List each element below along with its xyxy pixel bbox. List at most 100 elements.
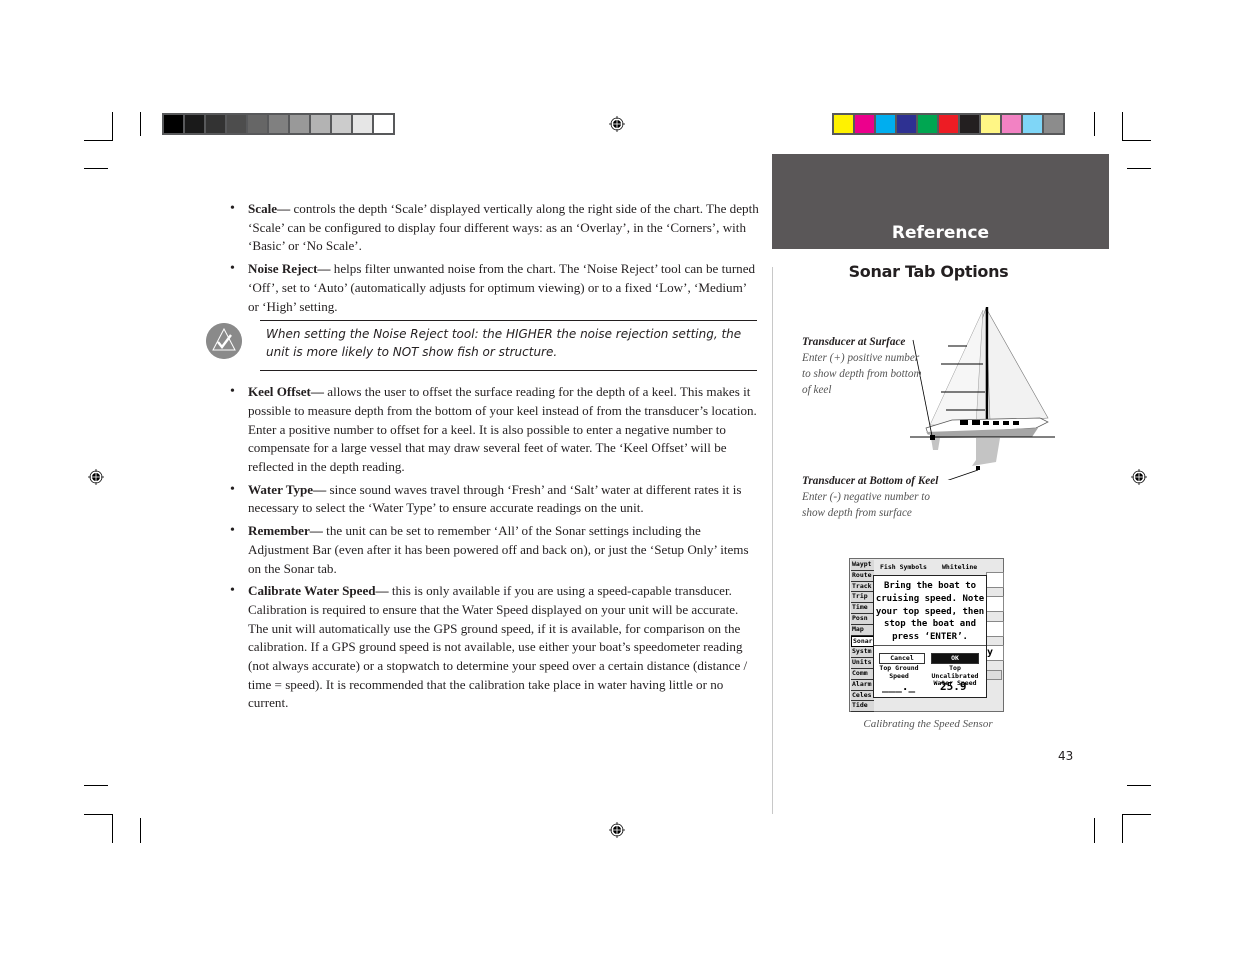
color-swatch — [353, 115, 372, 133]
color-calibration-bar — [832, 113, 1065, 135]
device-tab-sonar[interactable]: Sonar — [851, 635, 874, 648]
color-swatch — [876, 115, 895, 133]
crop-mark — [1127, 168, 1151, 169]
caption-text: Enter (+) positive number to show depth … — [802, 352, 922, 396]
color-swatch — [981, 115, 1000, 133]
bullet-text: controls the depth ‘Scale’ displayed ver… — [248, 201, 759, 254]
bullet-remember: Remember— the unit can be set to remembe… — [230, 522, 760, 578]
bullet-term: Noise Reject— — [248, 261, 331, 277]
caption-title: Transducer at Surface — [802, 336, 906, 348]
figure-caption: Calibrating the Speed Sensor — [863, 718, 993, 730]
jib-sail — [985, 307, 1049, 423]
bullet-calibrate-water-speed: Calibrate Water Speed— this is only avai… — [230, 582, 760, 713]
background-field — [986, 572, 1004, 588]
color-swatch — [960, 115, 979, 133]
background-field: y — [986, 645, 1004, 661]
color-swatch — [290, 115, 309, 133]
crop-mark — [1094, 112, 1095, 136]
device-screen: Waypt Route Track Trip Time Posn Map Sonar Systm… — [849, 558, 1004, 713]
device-tab-celes[interactable]: Celes — [851, 690, 874, 702]
bullet-text: the unit can be set to remember ‘All’ of… — [248, 523, 749, 576]
crop-mark — [84, 140, 113, 141]
color-swatch — [1002, 115, 1021, 133]
device-tab-map[interactable]: Map — [851, 624, 874, 636]
color-swatch — [206, 115, 225, 133]
device-tab-track[interactable]: Track — [851, 581, 874, 593]
top-ground-speed-label: Top Ground Speed — [879, 664, 919, 680]
column-divider — [772, 267, 773, 814]
surface-transducer-caption: Transducer at Surface Enter (+) positive… — [802, 334, 922, 398]
device-tab-tide[interactable]: Tide — [851, 701, 874, 713]
dialog-message: Bring the boat to cruising speed. Note y… — [875, 581, 985, 643]
crop-mark — [112, 814, 113, 843]
color-swatch — [269, 115, 288, 133]
color-swatch — [311, 115, 330, 133]
crop-mark — [1094, 818, 1095, 843]
device-tab-waypt[interactable]: Waypt — [851, 560, 874, 571]
device-tab-time[interactable]: Time — [851, 603, 874, 614]
registration-mark-icon — [88, 469, 104, 485]
partial-text: y — [987, 647, 994, 658]
cancel-button[interactable]: Cancel — [879, 653, 925, 664]
device-tab-units[interactable]: Units — [851, 658, 874, 669]
color-swatch — [1044, 115, 1063, 133]
bullet-keel-offset: Keel Offset— allows the user to offset t… — [230, 383, 760, 477]
crop-mark — [84, 814, 113, 815]
background-field — [986, 596, 1004, 612]
color-swatch — [1023, 115, 1042, 133]
color-swatch — [918, 115, 937, 133]
registration-mark-icon — [609, 116, 625, 132]
calibration-dialog: Bring the boat to cruising speed. Note y… — [873, 575, 987, 698]
device-tab-comm[interactable]: Comm — [851, 668, 874, 680]
main-content: Scale— controls the depth ‘Scale’ displa… — [206, 200, 760, 717]
grayscale-calibration-bar — [162, 113, 395, 135]
crop-mark — [140, 818, 141, 843]
foresail — [929, 309, 984, 426]
color-swatch — [855, 115, 874, 133]
top-ground-speed-value: ___._ — [882, 680, 916, 693]
color-swatch — [164, 115, 183, 133]
note-text: When setting the Noise Reject tool: the … — [266, 327, 742, 360]
crop-mark — [140, 112, 141, 136]
bullet-scale: Scale— controls the depth ‘Scale’ displa… — [230, 200, 760, 256]
bullet-term: Scale— — [248, 201, 291, 216]
crop-mark — [84, 168, 108, 169]
fish-symbols-label: Fish Symbols — [880, 563, 927, 571]
bullet-noise-reject: Noise Reject— helps filter unwanted nois… — [230, 260, 760, 316]
top-water-speed-value: 25.9 — [940, 680, 967, 693]
crop-mark — [1127, 785, 1151, 786]
registration-mark-icon — [1131, 469, 1147, 485]
device-tab-posn[interactable]: Posn — [851, 613, 874, 625]
registration-mark-icon — [609, 822, 625, 838]
keel-transducer-caption: Transducer at Bottom of Keel Enter (-) n… — [802, 473, 952, 521]
section-tab-label: Reference — [891, 223, 990, 243]
color-swatch — [248, 115, 267, 133]
device-tab-route[interactable]: Route — [851, 570, 874, 582]
crop-mark — [1122, 814, 1151, 815]
crop-mark — [1122, 814, 1123, 843]
crop-mark — [112, 112, 113, 141]
bullet-text: this is only available if you are using … — [248, 583, 748, 711]
divider — [874, 645, 986, 646]
bullet-term: Calibrate Water Speed— — [248, 583, 389, 599]
whiteline-label: Whiteline — [942, 563, 978, 571]
color-swatch — [185, 115, 204, 133]
note-box: When setting the Noise Reject tool: the … — [206, 320, 757, 372]
device-tab-trip[interactable]: Trip — [851, 592, 874, 604]
caption-text: Enter (-) negative number to show depth … — [802, 491, 930, 519]
bullet-term: Water Type— — [248, 481, 327, 497]
color-swatch — [939, 115, 958, 133]
section-title: Sonar Tab Options — [848, 262, 1009, 281]
color-swatch — [897, 115, 916, 133]
ok-button[interactable]: OK — [931, 653, 979, 664]
device-tab-alarm[interactable]: Alarm — [851, 679, 874, 691]
bullet-text: allows the user to offset the surface re… — [248, 384, 757, 475]
caption-title: Transducer at Bottom of Keel — [802, 475, 939, 487]
bullet-water-type: Water Type— since sound waves travel thr… — [230, 481, 760, 518]
device-tab-systm[interactable]: Systm — [851, 647, 874, 659]
transducer-keel — [976, 466, 980, 470]
color-swatch — [374, 115, 393, 133]
crop-mark — [1122, 112, 1123, 141]
checkmark-note-icon — [206, 323, 242, 360]
color-swatch — [834, 115, 853, 133]
